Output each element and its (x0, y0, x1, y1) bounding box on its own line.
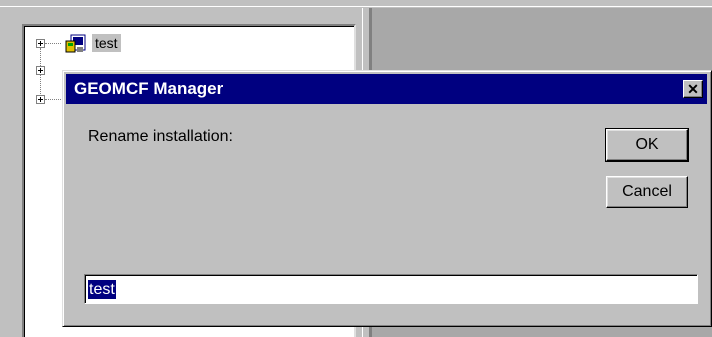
tree-expand-icon[interactable] (36, 39, 45, 48)
cancel-button[interactable]: Cancel (606, 176, 688, 208)
tree-expand-icon[interactable] (36, 66, 45, 75)
tree-connector (45, 99, 61, 101)
ok-button[interactable]: OK (605, 128, 689, 162)
installation-icon[interactable] (65, 34, 87, 54)
tree-connector (45, 43, 61, 45)
rename-dialog: GEOMCF Manager ✕ Rename installation: OK… (62, 70, 712, 327)
close-button[interactable]: ✕ (683, 80, 703, 98)
installation-name-input[interactable]: test (84, 274, 698, 304)
dialog-title-bar[interactable]: GEOMCF Manager ✕ (66, 74, 707, 104)
tree-expand-icon[interactable] (36, 95, 45, 104)
tree-item-label[interactable]: test (92, 34, 121, 52)
rename-prompt-label: Rename installation: (88, 128, 233, 145)
window-top-highlight (0, 6, 712, 7)
close-icon: ✕ (687, 81, 699, 97)
input-selected-text: test (88, 280, 116, 299)
dialog-title: GEOMCF Manager (74, 79, 224, 98)
